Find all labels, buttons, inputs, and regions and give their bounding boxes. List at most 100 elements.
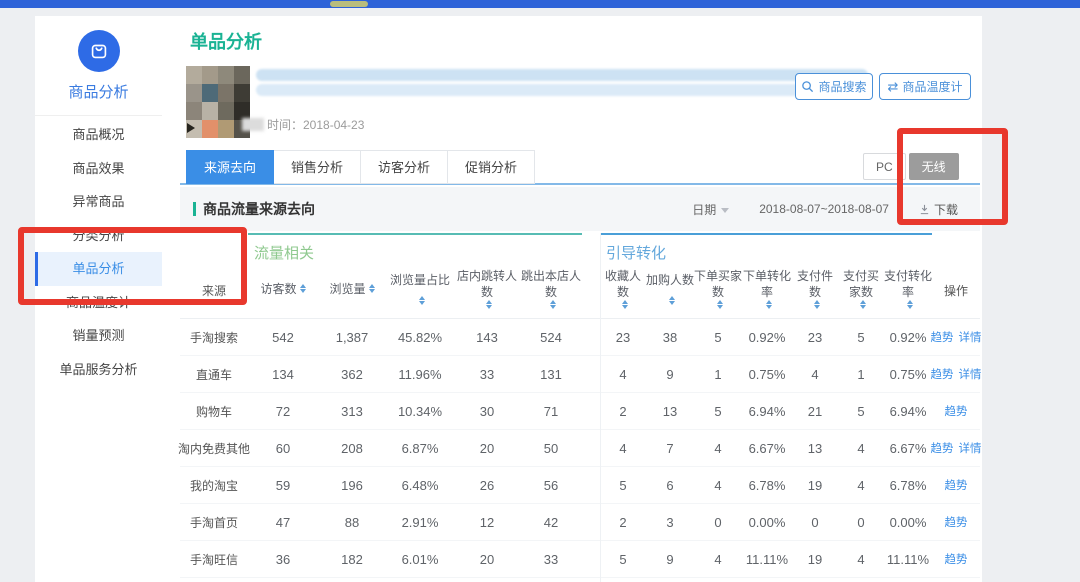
metric-cell: 21: [792, 404, 838, 419]
metric-cell: 71: [520, 404, 582, 419]
sort-icon[interactable]: [300, 284, 306, 293]
detail-link[interactable]: 详情: [959, 329, 982, 345]
column-header[interactable]: 支付买家数: [838, 268, 884, 318]
trend-link[interactable]: 趋势: [945, 514, 968, 530]
mosaic-pixel: [186, 102, 202, 120]
sort-icon[interactable]: [486, 300, 492, 309]
trend-link[interactable]: 趋势: [931, 329, 954, 345]
column-header[interactable]: 跳出本店人数: [520, 268, 582, 318]
metric-cell: 0.92%: [742, 330, 792, 345]
sidebar-item-3[interactable]: 分类分析: [35, 219, 162, 253]
sidebar-item-1[interactable]: 商品效果: [35, 152, 162, 186]
column-header-label: 支付买家数: [838, 268, 884, 300]
metric-cell: 23: [792, 330, 838, 345]
metric-cell: 6.48%: [386, 478, 454, 493]
sort-icon[interactable]: [860, 300, 866, 309]
sidebar-item-5[interactable]: 商品温度计: [35, 286, 162, 320]
metric-cell: 12: [454, 515, 520, 530]
blurred-label: [242, 118, 264, 131]
date-range[interactable]: 2018-08-07~2018-08-07: [759, 202, 889, 216]
section-title: 商品流量来源去向: [203, 199, 315, 219]
sidebar-item-6[interactable]: 销量预测: [35, 319, 162, 353]
source-cell: 我的淘宝: [180, 477, 248, 494]
product-time-row: 时间：2018-04-23: [242, 116, 364, 133]
trend-link[interactable]: 趋势: [931, 366, 954, 382]
actions-cell: 趋势: [932, 551, 980, 567]
metric-cell: 5: [838, 330, 884, 345]
source-cell: 直通车: [180, 366, 248, 383]
column-header[interactable]: 店内跳转人数: [454, 268, 520, 318]
trend-link[interactable]: 趋势: [931, 440, 954, 456]
device-option-wireless[interactable]: 无线: [909, 153, 959, 180]
metric-cell: 56: [520, 478, 582, 493]
metric-cell: 45.82%: [386, 330, 454, 345]
metric-cell: 6.87%: [386, 441, 454, 456]
sort-icon[interactable]: [669, 296, 675, 305]
header-spacer: [582, 233, 600, 318]
trend-link[interactable]: 趋势: [945, 403, 968, 419]
metric-cell: 6.67%: [884, 441, 932, 456]
device-option-pc[interactable]: PC: [863, 153, 906, 180]
metric-cell: 1: [694, 367, 742, 382]
metric-cell: 11.11%: [884, 552, 932, 567]
sort-icon[interactable]: [766, 300, 772, 309]
column-header[interactable]: 支付转化率: [884, 268, 932, 318]
column-header[interactable]: 收藏人数: [600, 268, 646, 318]
trend-link[interactable]: 趋势: [945, 551, 968, 567]
actions-cell: 趋势: [932, 514, 980, 530]
metric-cell: 2: [600, 404, 646, 419]
metric-cell: 4: [694, 552, 742, 567]
mosaic-pixel: [202, 120, 218, 138]
tab-3[interactable]: 促销分析: [448, 150, 535, 184]
mosaic-pixel: [218, 66, 234, 84]
column-header[interactable]: 访客数: [248, 268, 318, 318]
metric-cell: 196: [318, 478, 386, 493]
metric-cell: 0.00%: [884, 515, 932, 530]
sort-icon[interactable]: [717, 300, 723, 309]
metric-cell: 6: [646, 478, 694, 493]
metric-cell: 0: [694, 515, 742, 530]
tab-2[interactable]: 访客分析: [361, 150, 448, 184]
tab-0[interactable]: 来源去向: [186, 150, 274, 184]
sort-icon[interactable]: [550, 300, 556, 309]
sidebar-item-0[interactable]: 商品概况: [35, 118, 162, 152]
sidebar-item-2[interactable]: 异常商品: [35, 185, 162, 219]
column-header[interactable]: 下单买家数: [694, 268, 742, 318]
metric-cell: 20: [454, 552, 520, 567]
sort-icon[interactable]: [419, 296, 425, 305]
section-title-wrap: 商品流量来源去向: [193, 199, 315, 219]
tab-1[interactable]: 销售分析: [274, 150, 361, 184]
mosaic-pixel: [202, 102, 218, 120]
column-header[interactable]: 浏览量: [318, 268, 386, 318]
detail-link[interactable]: 详情: [959, 440, 982, 456]
sidebar-item-7[interactable]: 单品服务分析: [35, 353, 162, 387]
sort-icon[interactable]: [814, 300, 820, 309]
metric-cell: 6.78%: [884, 478, 932, 493]
metric-cell: 1,387: [318, 330, 386, 345]
detail-link[interactable]: 详情: [959, 366, 982, 382]
table-body: 手淘搜索5421,38745.82%143524233850.92%2350.9…: [180, 319, 980, 582]
column-header[interactable]: 加购人数: [646, 268, 694, 318]
column-header[interactable]: 支付件数: [792, 268, 838, 318]
column-header[interactable]: 浏览量占比: [386, 268, 454, 318]
blurred-product-subtitle: [256, 84, 800, 96]
product-thermometer-button[interactable]: ⇄ 商品温度计: [879, 73, 971, 100]
metric-cell: 36: [248, 552, 318, 567]
table-row: 淘内免费其他602086.87%20504746.67%1346.67%趋势详情: [180, 430, 980, 467]
date-dropdown[interactable]: 日期: [692, 201, 729, 218]
metric-cell: 5: [600, 552, 646, 567]
metric-cell: 182: [318, 552, 386, 567]
metric-cell: 4: [694, 478, 742, 493]
sort-icon[interactable]: [622, 300, 628, 309]
product-search-button[interactable]: 商品搜索: [795, 73, 873, 100]
sort-icon[interactable]: [907, 300, 913, 309]
trend-link[interactable]: 趋势: [945, 477, 968, 493]
column-header[interactable]: 下单转化率: [742, 268, 792, 318]
sidebar-item-4[interactable]: 单品分析: [35, 252, 162, 286]
column-header-label: 支付件数: [792, 268, 838, 300]
sort-icon[interactable]: [369, 284, 375, 293]
download-button[interactable]: 下载: [919, 201, 958, 218]
table-row: 手淘搜索5421,38745.82%143524233850.92%2350.9…: [180, 319, 980, 356]
metric-cell: 5: [694, 330, 742, 345]
source-column-header[interactable]: 来源: [180, 233, 248, 318]
